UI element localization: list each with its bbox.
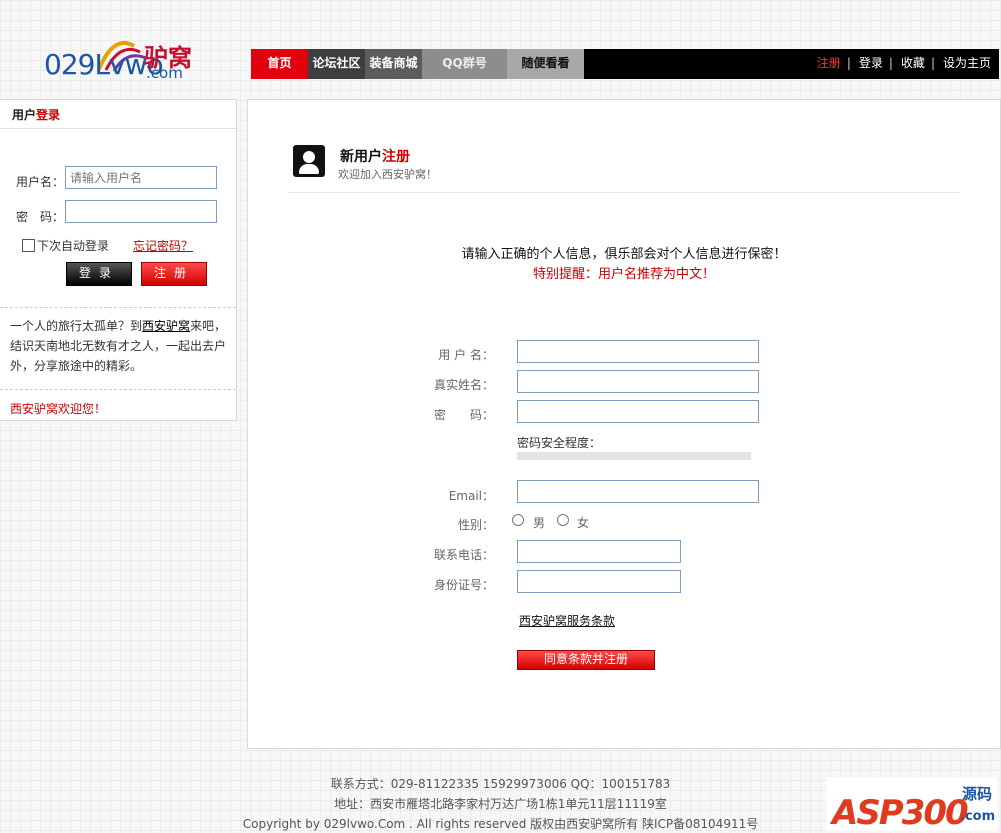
reg-password-input[interactable] xyxy=(517,400,759,423)
remember-me-checkbox[interactable] xyxy=(22,239,35,252)
reg-username-input[interactable] xyxy=(517,340,759,363)
login-button[interactable]: 登录 xyxy=(66,262,132,286)
logo-dotcom: .com xyxy=(146,64,183,82)
terms-link[interactable]: 西安驴窝服务条款 xyxy=(519,612,615,629)
nav-homepage-link[interactable]: 设为主页 xyxy=(943,56,991,70)
password-strength-bar xyxy=(517,452,751,460)
site-logo[interactable]: 029Lvwo 驴窝 .com xyxy=(44,34,194,86)
nav-tab-shop[interactable]: 装备商城 xyxy=(365,49,422,79)
intro-text: 一个人的旅行太孤单？到西安驴窝来吧，结识天南地北无数有才之人，一起出去户外，分享… xyxy=(10,319,227,373)
password-label: 密 码： xyxy=(16,210,65,224)
field-label-password: 密 码： xyxy=(433,408,494,422)
nav-separator: | xyxy=(930,56,935,70)
nav-separator: | xyxy=(846,56,851,70)
privacy-notice: 请输入正确的个人信息，俱乐部会对个人信息进行保密！ xyxy=(461,247,787,262)
forgot-password-link[interactable]: 忘记密码？ xyxy=(133,237,193,254)
gender-male-label: 男 xyxy=(533,516,546,530)
reg-idcard-input[interactable] xyxy=(517,570,681,593)
field-label-phone: 联系电话： xyxy=(433,548,494,562)
asp300-watermark-logo: ASP300 源码 .com xyxy=(826,777,998,833)
register-button[interactable]: 注册 xyxy=(141,262,207,286)
login-password-input[interactable] xyxy=(65,200,217,223)
login-panel-title: 用户登录 xyxy=(12,108,61,122)
reg-email-input[interactable] xyxy=(517,480,759,503)
login-panel: 用户登录 用户名： 密 码： 下次自动登录 忘记密码？ 登录 注册 一个人的旅行… xyxy=(0,99,237,421)
field-label-idcard: 身份证号： xyxy=(433,578,494,592)
username-tip: 特别提醒：用户名推荐为中文！ xyxy=(532,267,715,282)
intro-site-link[interactable]: 西安驴窝 xyxy=(142,319,190,333)
login-panel-header: 用户登录 xyxy=(0,100,236,129)
register-subtitle: 欢迎加入西安驴窝！ xyxy=(338,168,437,181)
gender-female-label: 女 xyxy=(577,516,590,530)
remember-me-label: 下次自动登录 xyxy=(37,239,110,253)
nav-right-links: 注册 | 登录 | 收藏 | 设为主页 xyxy=(815,49,991,79)
welcome-text: 西安驴窝欢迎您！ xyxy=(10,402,107,416)
nav-tab-qq-group[interactable]: QQ群号 xyxy=(422,49,507,79)
nav-tab-browse[interactable]: 随便看看 xyxy=(507,49,584,79)
field-label-email: Email： xyxy=(448,489,494,503)
username-label: 用户名： xyxy=(16,175,65,189)
gender-male-radio[interactable] xyxy=(512,514,524,526)
field-label-gender: 性别： xyxy=(457,518,494,532)
field-label-realname: 真实姓名： xyxy=(433,378,494,392)
reg-realname-input[interactable] xyxy=(517,370,759,393)
nav-tab-forum[interactable]: 论坛社区 xyxy=(308,49,365,79)
nav-register-link[interactable]: 注册 xyxy=(817,56,841,70)
nav-tab-home[interactable]: 首页 xyxy=(251,49,308,79)
user-avatar-icon xyxy=(293,145,325,177)
register-title: 新用户注册 xyxy=(340,149,410,165)
login-username-input[interactable] xyxy=(65,166,217,189)
header-divider xyxy=(288,192,960,193)
password-strength-label: 密码安全程度： xyxy=(517,436,602,450)
nav-separator: | xyxy=(888,56,893,70)
divider xyxy=(0,389,236,390)
agree-register-button[interactable]: 同意条款并注册 xyxy=(517,650,655,670)
field-label-username: 用 户 名： xyxy=(438,348,494,362)
nav-login-link[interactable]: 登录 xyxy=(859,56,883,70)
gender-female-radio[interactable] xyxy=(557,514,569,526)
register-panel: 新用户注册 欢迎加入西安驴窝！ 请输入正确的个人信息，俱乐部会对个人信息进行保密… xyxy=(247,99,1001,749)
divider xyxy=(0,307,236,308)
reg-phone-input[interactable] xyxy=(517,540,681,563)
nav-favorite-link[interactable]: 收藏 xyxy=(901,56,925,70)
main-nav: 首页 论坛社区 装备商城 QQ群号 随便看看 注册 | 登录 | 收藏 | 设为主页 xyxy=(251,49,999,79)
